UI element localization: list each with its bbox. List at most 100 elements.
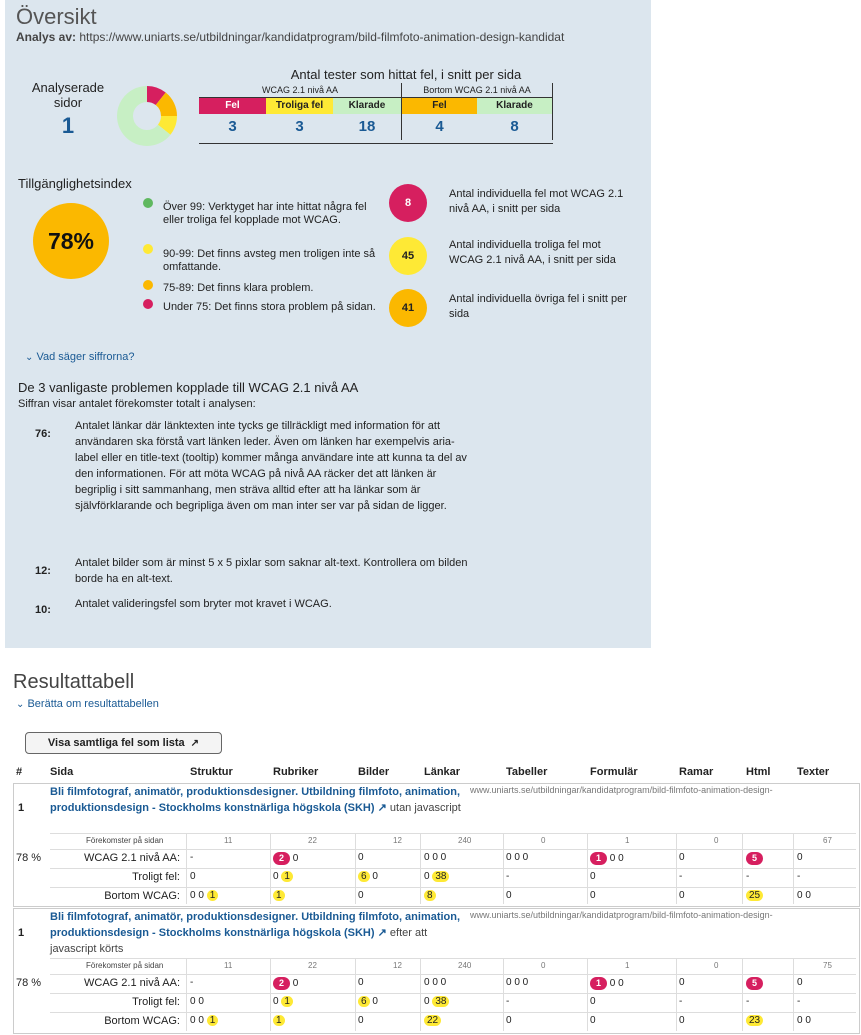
count-highlight[interactable]: 38	[432, 871, 450, 882]
column-header[interactable]: Struktur	[190, 766, 233, 778]
count-highlight[interactable]: 8	[424, 890, 436, 901]
error-count-badge[interactable]: 5	[746, 852, 763, 865]
page-url: www.uniarts.se/utbildningar/kandidatprog…	[470, 910, 773, 920]
legend-dot-yellow	[143, 244, 153, 254]
legend-dot-green	[143, 198, 153, 208]
column-divider	[355, 833, 356, 904]
page-title-link[interactable]: Bli filmfotograf, animatör, produktionsd…	[50, 909, 470, 957]
count-highlight[interactable]: 6	[358, 996, 370, 1007]
column-header[interactable]: Html	[746, 766, 770, 778]
result-cell: 0	[590, 996, 596, 1007]
result-cell: 0	[590, 1015, 596, 1026]
result-cell: 2 0	[273, 977, 298, 990]
result-cell: -	[506, 996, 510, 1007]
count-highlight[interactable]: 1	[273, 1015, 285, 1026]
test-label: Klarade	[333, 98, 401, 114]
occurrence-count: 12	[393, 961, 402, 970]
result-cell: 0 0 0	[506, 977, 529, 988]
accessibility-index-circle: 78%	[33, 203, 109, 279]
error-count-badge[interactable]: 2	[273, 852, 290, 865]
count-highlight[interactable]: 22	[424, 1015, 442, 1026]
column-divider	[186, 958, 187, 1031]
result-cell: 0	[679, 1015, 685, 1026]
about-results-label: Berätta om resultattabellen	[27, 698, 159, 710]
page-title-link[interactable]: Bli filmfotograf, animatör, produktionsd…	[50, 784, 470, 816]
show-all-errors-button[interactable]: Visa samtliga fel som lista ↗	[25, 732, 222, 754]
count-highlight[interactable]: 1	[273, 890, 285, 901]
column-header[interactable]: #	[16, 766, 22, 778]
count-highlight[interactable]: 25	[746, 890, 764, 901]
explain-numbers-link[interactable]: ⌄ Vad säger siffrorna?	[25, 351, 135, 363]
result-cell: 0 0	[190, 996, 204, 1007]
overview-panel: Översikt Analys av: https://www.uniarts.…	[5, 0, 651, 648]
error-count-badge[interactable]: 5	[746, 977, 763, 990]
count-highlight[interactable]: 1	[281, 871, 293, 882]
column-header[interactable]: Länkar	[424, 766, 460, 778]
count-highlight[interactable]: 1	[206, 890, 219, 901]
result-cell: 0 38	[424, 871, 450, 882]
error-count-badge[interactable]: 2	[273, 977, 290, 990]
occurrence-count: 12	[393, 836, 402, 845]
result-cell: 0 1	[273, 871, 293, 882]
result-cell: -	[190, 977, 194, 988]
result-cell: -	[797, 871, 801, 882]
column-header[interactable]: Bilder	[358, 766, 389, 778]
result-cell: 6 0	[358, 996, 378, 1007]
row-divider	[50, 1012, 856, 1013]
tests-title: Antal tester som hittat fel, i snitt per…	[290, 67, 522, 82]
column-header[interactable]: Tabeller	[506, 766, 547, 778]
result-cell: -	[746, 871, 750, 882]
column-divider	[270, 833, 271, 904]
result-cell: -	[679, 996, 683, 1007]
column-header[interactable]: Ramar	[679, 766, 713, 778]
occurrence-count: 11	[224, 836, 233, 845]
count-highlight[interactable]: 23	[746, 1015, 764, 1026]
occurrence-count: 22	[308, 961, 317, 970]
result-cell: 0	[679, 852, 685, 863]
result-cell: 0 0	[797, 890, 811, 901]
error-count-badge[interactable]: 1	[590, 977, 607, 990]
column-header[interactable]: Sida	[50, 766, 73, 778]
legend-text: 75-89: Det finns klara problem.	[163, 282, 314, 294]
count-highlight[interactable]: 38	[432, 996, 450, 1007]
about-results-link[interactable]: ⌄ Berätta om resultattabellen	[16, 698, 159, 710]
result-cell: 0	[506, 1015, 512, 1026]
analysis-url: https://www.uniarts.se/utbildningar/kand…	[79, 30, 565, 44]
column-header[interactable]: Formulär	[590, 766, 638, 778]
row-index-score: 78 %	[16, 852, 42, 864]
individual-likely-text: Antal individuella troliga fel mot WCAG …	[449, 239, 616, 266]
row-label-wcag: WCAG 2.1 nivå AA:	[84, 852, 180, 864]
result-cell: 0 38	[424, 996, 450, 1007]
result-cell: 0 0 0	[424, 977, 447, 988]
occurrence-count: 0	[541, 961, 546, 970]
count-highlight[interactable]: 6	[358, 871, 370, 882]
result-cell: 0	[358, 890, 364, 901]
donut-segment-error	[146, 86, 166, 106]
result-cell: -	[797, 996, 801, 1007]
column-header[interactable]: Rubriker	[273, 766, 318, 778]
result-cell: 0	[590, 890, 596, 901]
column-header[interactable]: Texter	[797, 766, 829, 778]
result-cell: 0	[358, 977, 364, 988]
accessibility-index-label: Tillgänglighetsindex	[18, 176, 132, 191]
count-highlight[interactable]: 1	[206, 1015, 219, 1026]
column-divider	[587, 833, 588, 904]
result-cell: 5	[746, 852, 763, 865]
tests-bottom-rule	[199, 143, 553, 144]
row-divider	[50, 958, 856, 959]
tests-donut-chart	[117, 86, 177, 146]
common-problems-subtitle: Siffran visar antalet förekomster totalt…	[18, 398, 256, 410]
problem-count: 10:	[35, 604, 51, 616]
test-label: Fel	[199, 98, 266, 114]
count-highlight[interactable]: 1	[281, 996, 293, 1007]
column-divider	[355, 958, 356, 1031]
occurrence-count: 75	[823, 961, 832, 970]
result-cell: 1	[273, 890, 285, 901]
result-cell: 0 1	[273, 996, 293, 1007]
row-divider	[50, 868, 856, 869]
legend-dot-red	[143, 299, 153, 309]
row-divider	[50, 974, 856, 975]
problem-count: 76:	[35, 428, 51, 440]
error-count-badge[interactable]: 1	[590, 852, 607, 865]
result-cell: 6 0	[358, 871, 378, 882]
